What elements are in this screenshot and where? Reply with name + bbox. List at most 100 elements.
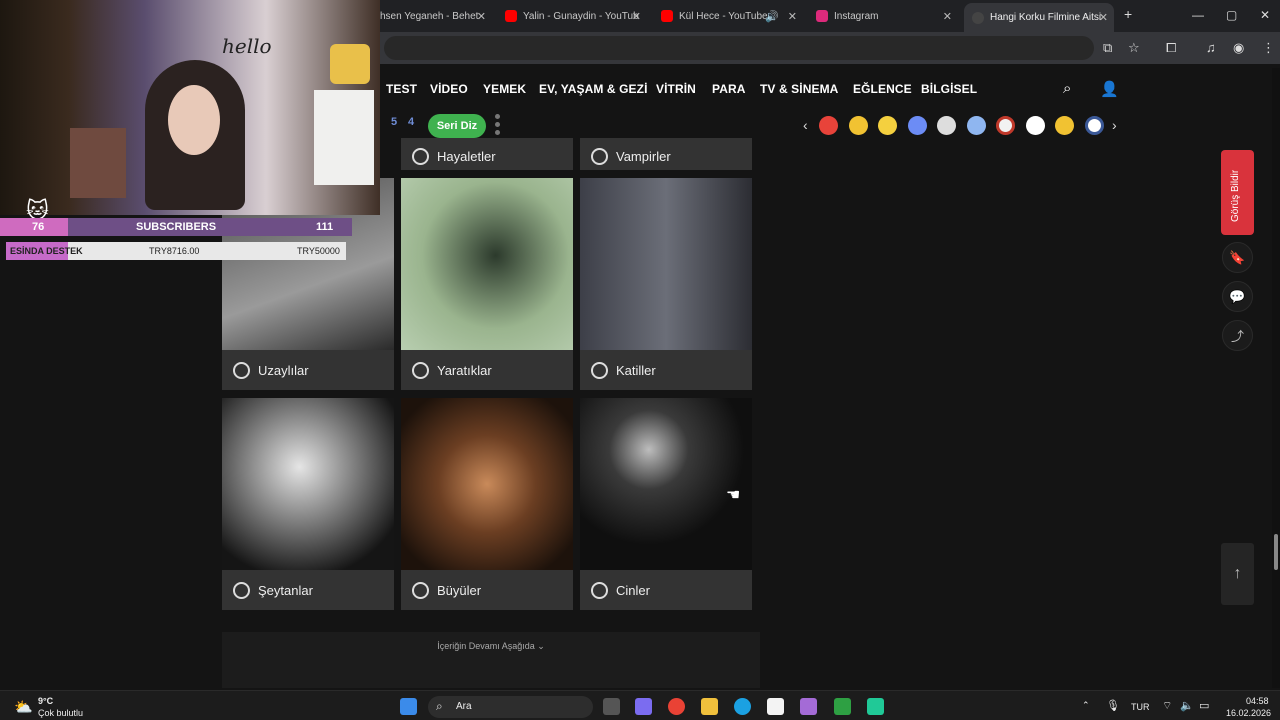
xbox-icon[interactable] <box>834 698 851 715</box>
radio-button[interactable] <box>591 361 608 379</box>
nav-yemek[interactable]: YEMEK <box>483 82 526 96</box>
battery-icon[interactable]: ▭ <box>1199 699 1209 712</box>
radio-button[interactable] <box>233 361 250 379</box>
close-tab-icon[interactable]: ✕ <box>943 10 952 23</box>
wifi-icon[interactable]: ⌔ <box>1162 699 1172 713</box>
radio-button[interactable] <box>412 147 429 165</box>
reaction-smile-icon[interactable] <box>878 116 897 135</box>
nav-video[interactable]: VİDEO <box>430 82 468 96</box>
quiz-option-card[interactable]: Yaratıklar <box>401 178 573 390</box>
quiz-option-card[interactable]: Katiller <box>580 178 752 390</box>
quiz-option-card[interactable]: Şeytanlar <box>222 398 394 610</box>
radio-button[interactable] <box>412 581 429 599</box>
reaction-compass-icon[interactable] <box>996 116 1015 135</box>
reaction-cry-icon[interactable] <box>849 116 868 135</box>
url-input[interactable] <box>384 36 1094 60</box>
scrollbar[interactable] <box>1272 68 1280 688</box>
nav-para[interactable]: PARA <box>712 82 746 96</box>
reaction-cool-icon[interactable] <box>1055 116 1074 135</box>
feedback-button[interactable]: Görüş Bildir <box>1221 150 1254 235</box>
extensions-icon[interactable]: ⧠ <box>1166 40 1176 56</box>
clock-date[interactable]: 16.02.2026 <box>1226 708 1271 718</box>
profile-icon[interactable]: ◉ <box>1233 40 1244 56</box>
nav-tv-sinema[interactable]: TV & SİNEMA <box>760 82 838 96</box>
language-indicator[interactable]: TUR <box>1131 702 1150 712</box>
close-window-button[interactable]: ✕ <box>1260 8 1270 22</box>
search-icon[interactable]: ⌕ <box>1063 80 1071 97</box>
share-icon[interactable]: ⤴ <box>1222 320 1253 351</box>
option-label: Vampirler <box>616 148 671 164</box>
youtube-icon <box>505 10 517 22</box>
radio-button[interactable] <box>591 147 608 165</box>
copilot-icon[interactable] <box>635 698 652 715</box>
taskbar-search-input[interactable]: ⌕ Ara <box>428 696 593 718</box>
nav-test[interactable]: TEST <box>386 82 417 96</box>
more-dots-icon[interactable] <box>495 114 501 138</box>
tab-3[interactable]: Kül Hece - YouTube 🔊 ✕ <box>653 4 803 28</box>
option-image <box>222 398 394 570</box>
seri-number: 5 <box>391 116 398 128</box>
tab-2[interactable]: Yalin - Gunaydin - YouTub ✕ <box>497 4 647 28</box>
nav-ev-yasam-gezi[interactable]: EV, YAŞAM & GEZİ <box>539 82 648 96</box>
instagram-icon <box>816 10 828 22</box>
user-icon[interactable]: 👤 <box>1100 80 1119 98</box>
store-icon[interactable] <box>767 698 784 715</box>
chrome-icon[interactable] <box>668 698 685 715</box>
reaction-snow-icon[interactable] <box>1085 116 1104 135</box>
app-icon[interactable] <box>800 698 817 715</box>
nav-eglence[interactable]: EĞLENCE <box>853 82 912 96</box>
radio-button[interactable] <box>591 581 608 599</box>
option-label: Şeytanlar <box>258 582 313 598</box>
task-view-icon[interactable] <box>603 698 620 715</box>
seri-diz-button[interactable]: Seri Diz <box>428 114 486 138</box>
install-icon[interactable]: ⧉ <box>1103 40 1112 56</box>
nav-bilgisel[interactable]: BİLGİSEL <box>921 82 977 96</box>
tab-1[interactable]: hsen Yeganeh - Behet ✕ <box>372 4 492 28</box>
tab-title: Instagram <box>834 10 879 22</box>
reaction-badge-icon[interactable] <box>908 116 927 135</box>
reaction-white-icon[interactable] <box>1026 116 1045 135</box>
clock-time[interactable]: 04:58 <box>1246 696 1269 706</box>
new-tab-button[interactable]: + <box>1124 6 1132 22</box>
wall-handwriting: hello <box>222 34 272 58</box>
option-image <box>580 398 752 570</box>
file-explorer-icon[interactable] <box>701 698 718 715</box>
tab-4[interactable]: Instagram ✕ <box>808 4 958 28</box>
close-tab-icon[interactable]: ✕ <box>477 10 486 23</box>
edge-icon[interactable] <box>734 698 751 715</box>
reaction-bubble-icon[interactable] <box>967 116 986 135</box>
radio-button[interactable] <box>412 361 429 379</box>
media-icon[interactable]: ♫ <box>1206 40 1216 55</box>
close-tab-icon[interactable]: ✕ <box>1099 11 1108 24</box>
quiz-option-card[interactable]: Büyüler <box>401 398 573 610</box>
nav-vitrin[interactable]: VİTRİN <box>656 82 696 96</box>
maximize-button[interactable]: ▢ <box>1226 8 1237 22</box>
scrollbar-thumb[interactable] <box>1274 534 1278 570</box>
tab-5-active[interactable]: Hangi Korku Filmine Aitsi ✕ <box>964 3 1114 32</box>
bookmark-icon[interactable]: 🔖 <box>1222 242 1253 273</box>
microphone-icon[interactable]: 🎙 <box>1106 699 1120 712</box>
scroll-to-top-button[interactable]: ↑ <box>1221 543 1254 605</box>
quiz-option-card[interactable]: Vampirler <box>580 138 752 170</box>
subscriber-goal: 111 <box>316 221 334 233</box>
reaction-bus-icon[interactable] <box>937 116 956 135</box>
chevron-left-icon[interactable]: ‹ <box>803 117 808 133</box>
weather-icon[interactable]: ⛅ <box>14 698 33 716</box>
radio-button[interactable] <box>233 581 250 599</box>
minimize-button[interactable]: — <box>1192 8 1204 22</box>
close-tab-icon[interactable]: ✕ <box>632 10 641 23</box>
reaction-love-icon[interactable] <box>819 116 838 135</box>
content-continues[interactable]: İçeriğin Devamı Aşağıda ⌄ <box>222 632 760 688</box>
chevron-up-icon[interactable]: ⌃ <box>1082 700 1090 711</box>
chevron-right-icon[interactable]: › <box>1112 117 1117 133</box>
bookmark-star-icon[interactable]: ☆ <box>1128 40 1140 56</box>
tab-title: hsen Yeganeh - Behet <box>380 10 479 22</box>
speaker-icon[interactable]: 🔊 <box>765 10 779 23</box>
windows-start-icon[interactable] <box>400 698 417 715</box>
menu-icon[interactable]: ⋮ <box>1262 40 1275 56</box>
comments-icon[interactable]: 💬 <box>1222 281 1253 312</box>
volume-icon[interactable]: 🔈 <box>1180 699 1194 712</box>
quiz-option-card[interactable]: Hayaletler <box>401 138 573 170</box>
app-icon[interactable] <box>867 698 884 715</box>
close-tab-icon[interactable]: ✕ <box>788 10 797 23</box>
